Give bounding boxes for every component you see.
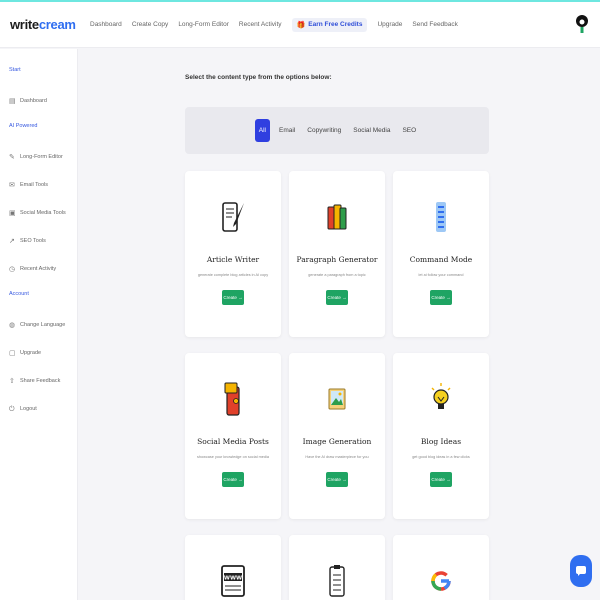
card-image-generation[interactable]: Image Generation Have the AI draw master…: [289, 353, 385, 519]
picture-icon: [328, 388, 346, 410]
books-icon: [327, 204, 347, 230]
sidebar-item-email-tools[interactable]: ✉ Email Tools: [0, 171, 77, 199]
nav-recent-activity[interactable]: Recent Activity: [239, 21, 282, 28]
card-paragraph-generator[interactable]: Paragraph Generator generate a paragraph…: [289, 171, 385, 337]
nav-upgrade[interactable]: Upgrade: [377, 21, 402, 28]
chat-support-button[interactable]: [570, 555, 592, 587]
earn-credits-button[interactable]: 🎁 Earn Free Credits: [291, 17, 368, 32]
card-title: Command Mode: [409, 255, 473, 264]
www-browser-icon: WWW: [221, 565, 245, 597]
google-icon: [431, 571, 451, 591]
sidebar-section-account: Account: [9, 291, 29, 297]
svg-text:WWW: WWW: [224, 576, 242, 582]
sidebar-item-change-language[interactable]: ◍ Change Language: [0, 311, 77, 339]
card-desc: get good blog ideas in a few clicks: [412, 455, 470, 459]
sidebar-item-recent-activity[interactable]: ◷ Recent Activity: [0, 255, 77, 283]
command-list-icon: [436, 202, 446, 232]
logo[interactable]: writecream: [0, 17, 78, 32]
facebook-icon: ▣: [9, 209, 16, 217]
top-nav: Dashboard Create Copy Long-Form Editor R…: [90, 17, 468, 32]
nav-send-feedback[interactable]: Send Feedback: [412, 21, 458, 28]
sidebar-item-share-feedback[interactable]: ⇧ Share Feedback: [0, 367, 77, 395]
create-button[interactable]: Create →: [222, 472, 244, 487]
sidebar-item-dashboard[interactable]: ▤ Dashboard: [0, 87, 77, 115]
globe-icon: ◍: [9, 321, 16, 329]
sidebar-section-start: Start: [9, 67, 21, 73]
card-blog-ideas[interactable]: Blog Ideas get good blog ideas in a few …: [393, 353, 489, 519]
upgrade-icon: ▢: [9, 349, 16, 357]
main-content: Select the content type from the options…: [78, 49, 600, 600]
quill-scroll-icon: [222, 202, 244, 232]
card-title: Social Media Posts: [197, 437, 269, 446]
card-desc: let ai follow your command: [418, 273, 464, 277]
card-desc: showcase your knowledge on social media: [197, 455, 269, 459]
sidebar-section-ai: AI Powered: [9, 123, 38, 129]
filter-email[interactable]: Email: [276, 120, 298, 141]
email-icon: ✉: [9, 181, 15, 189]
editor-icon: ✎: [9, 153, 15, 161]
card-desc: Have the AI draw masterpiece for you: [305, 455, 369, 459]
card-desc: generate complete blog articles in AI co…: [197, 273, 269, 277]
create-button[interactable]: Create →: [326, 472, 348, 487]
sidebar: Start ▤ Dashboard AI Powered ✎ Long-Form…: [0, 49, 78, 600]
filter-seo[interactable]: SEO: [399, 120, 419, 141]
sidebar-item-seo-tools[interactable]: ↗ SEO Tools: [0, 227, 77, 255]
card-title: Blog Ideas: [420, 437, 462, 446]
avatar[interactable]: [574, 12, 590, 36]
card-desc: generate a paragraph from a topic: [308, 273, 366, 277]
card-partial-checklist[interactable]: [289, 535, 385, 600]
sidebar-item-logout[interactable]: ⏻ Logout: [0, 395, 77, 423]
gift-icon: 🎁: [296, 21, 306, 29]
card-command-mode[interactable]: Command Mode let ai follow your command …: [393, 171, 489, 337]
filter-bar: All Email Copywriting Social Media SEO: [185, 107, 489, 154]
card-social-media-posts[interactable]: Social Media Posts showcase your knowled…: [185, 353, 281, 519]
content-type-prompt: Select the content type from the options…: [185, 74, 332, 81]
clock-icon: ◷: [9, 265, 16, 273]
filter-copywriting[interactable]: Copywriting: [304, 120, 344, 141]
card-title: Article Writer: [206, 255, 260, 264]
sidebar-item-long-form-editor[interactable]: ✎ Long-Form Editor: [0, 143, 77, 171]
top-bar: writecream Dashboard Create Copy Long-Fo…: [0, 0, 600, 48]
card-partial-www[interactable]: WWW: [185, 535, 281, 600]
checklist-icon: [329, 565, 345, 597]
card-title: Paragraph Generator: [296, 255, 378, 264]
nav-create-copy[interactable]: Create Copy: [132, 21, 169, 28]
card-partial-google[interactable]: [393, 535, 489, 600]
sidebar-item-social-media-tools[interactable]: ▣ Social Media Tools: [0, 199, 77, 227]
trend-icon: ↗: [9, 237, 15, 245]
filter-all[interactable]: All: [254, 119, 271, 142]
nav-long-form-editor[interactable]: Long-Form Editor: [178, 21, 229, 28]
create-button[interactable]: Create →: [430, 472, 452, 487]
nav-dashboard[interactable]: Dashboard: [90, 21, 122, 28]
create-button[interactable]: Create →: [326, 290, 348, 305]
chat-icon: [576, 566, 586, 576]
dashboard-icon: ▤: [9, 97, 16, 105]
card-article-writer[interactable]: Article Writer generate complete blog ar…: [185, 171, 281, 337]
phone-post-icon: [224, 382, 240, 416]
filter-social-media[interactable]: Social Media: [350, 120, 393, 141]
create-button[interactable]: Create →: [222, 290, 244, 305]
share-icon: ⇧: [9, 377, 15, 385]
sidebar-item-upgrade[interactable]: ▢ Upgrade: [0, 339, 77, 367]
card-title: Image Generation: [302, 437, 372, 446]
lightbulb-icon: [431, 383, 451, 409]
create-button[interactable]: Create →: [430, 290, 452, 305]
logout-icon: ⏻: [9, 405, 15, 413]
